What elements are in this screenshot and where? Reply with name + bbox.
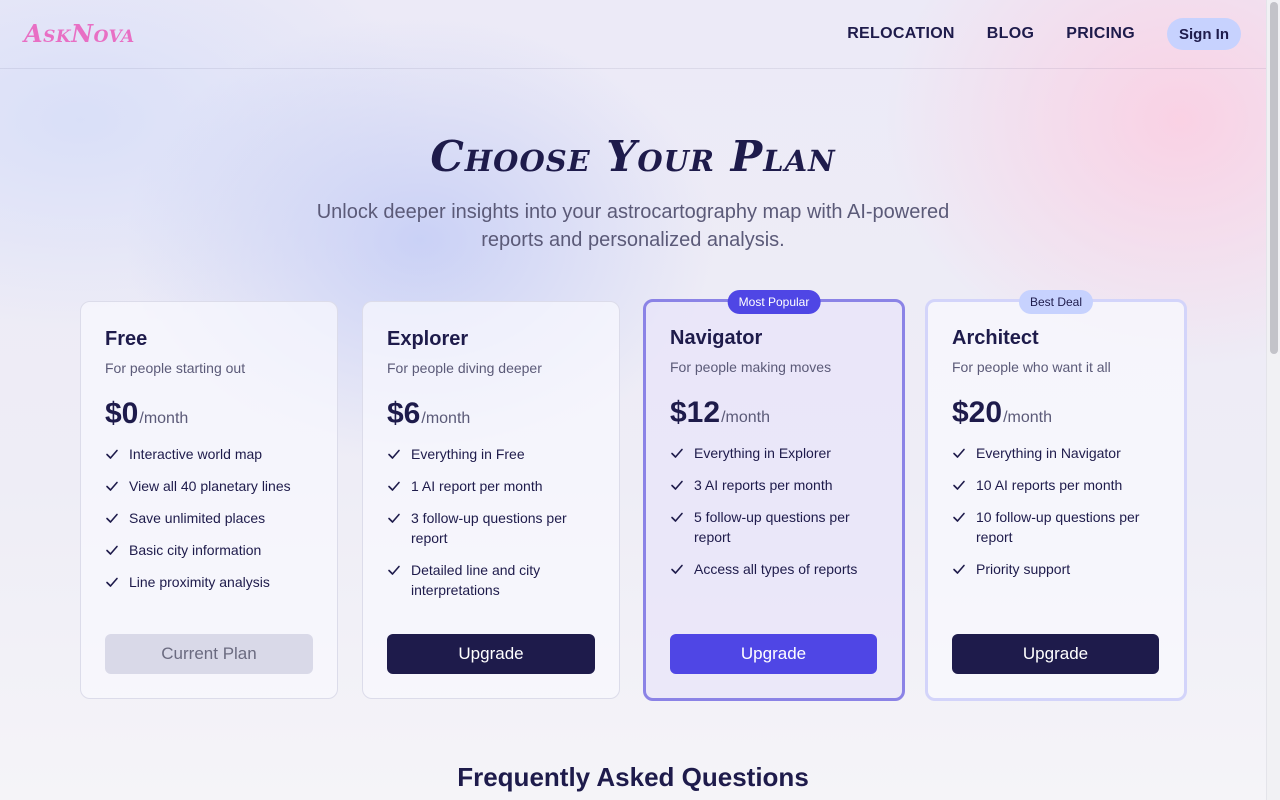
feature-text: 3 follow-up questions per report: [411, 510, 567, 546]
check-icon: [387, 508, 403, 528]
nav-pricing[interactable]: PRICING: [1066, 25, 1135, 43]
feature-list: Everything in Navigator 10 AI reports pe…: [952, 443, 1161, 579]
top-header: AskNova RELOCATION BLOG PRICING Sign In: [0, 0, 1266, 69]
check-icon: [952, 559, 968, 579]
check-icon: [670, 507, 686, 527]
check-icon: [670, 443, 686, 463]
feature-item: Save unlimited places: [105, 508, 313, 528]
feature-text: Save unlimited places: [129, 510, 266, 526]
feature-item: 1 AI report per month: [387, 476, 595, 496]
check-icon: [952, 507, 968, 527]
check-icon: [387, 560, 403, 580]
feature-text: Line proximity analysis: [129, 574, 270, 590]
plan-price: $0: [105, 397, 139, 430]
page-title: Choose Your Plan: [430, 132, 836, 181]
page-scrollbar[interactable]: [1266, 0, 1280, 800]
feature-item: View all 40 planetary lines: [105, 476, 313, 496]
feature-text: 5 follow-up questions per report: [694, 509, 850, 545]
feature-text: Priority support: [976, 561, 1071, 577]
check-icon: [387, 444, 403, 464]
check-icon: [105, 508, 121, 528]
plan-period: /month: [139, 410, 189, 427]
current-plan-button[interactable]: Current Plan: [105, 634, 313, 674]
feature-item: Access all types of reports: [670, 559, 879, 579]
feature-text: Everything in Free: [411, 446, 525, 462]
feature-item: Line proximity analysis: [105, 572, 313, 592]
check-icon: [387, 476, 403, 496]
feature-item: Interactive world map: [105, 444, 313, 464]
sign-in-button[interactable]: Sign In: [1167, 18, 1241, 50]
best-deal-badge: Best Deal: [1018, 290, 1094, 314]
feature-text: 1 AI report per month: [411, 478, 543, 494]
feature-text: View all 40 planetary lines: [129, 478, 291, 494]
plan-name: Navigator: [670, 327, 763, 349]
page-subtitle: Unlock deeper insights into your astroca…: [316, 201, 950, 251]
upgrade-button[interactable]: Upgrade: [952, 634, 1159, 674]
plan-name: Architect: [952, 327, 1039, 349]
feature-text: Interactive world map: [129, 446, 263, 462]
most-popular-badge: Most Popular: [727, 290, 821, 314]
check-icon: [105, 540, 121, 560]
feature-item: 10 follow-up questions per report: [952, 507, 1161, 547]
feature-text: 10 follow-up questions per report: [976, 509, 1140, 545]
plan-price: $6: [387, 397, 421, 430]
check-icon: [670, 559, 686, 579]
plan-card-architect: Best Deal Architect For people who want …: [925, 290, 1187, 701]
main-nav: RELOCATION BLOG PRICING Sign In: [847, 18, 1241, 50]
upgrade-button[interactable]: Upgrade: [670, 634, 877, 674]
feature-text: Access all types of reports: [694, 561, 858, 577]
price-row: $12 /month: [670, 396, 879, 436]
plan-price: $12: [670, 396, 721, 429]
feature-item: Everything in Navigator: [952, 443, 1161, 463]
price-row: $0 /month: [105, 397, 313, 437]
upgrade-button[interactable]: Upgrade: [387, 634, 595, 674]
price-row: $6 /month: [387, 397, 595, 437]
feature-item: Everything in Free: [387, 444, 595, 464]
feature-list: Everything in Explorer 3 AI reports per …: [670, 443, 879, 579]
scrollbar-thumb[interactable]: [1270, 2, 1278, 354]
price-row: $20 /month: [952, 396, 1161, 436]
plan-description: For people diving deeper: [387, 360, 542, 376]
feature-item: Priority support: [952, 559, 1161, 579]
plan-card-navigator: Most Popular Navigator For people making…: [643, 290, 905, 701]
feature-list: Everything in Free 1 AI report per month…: [387, 444, 595, 600]
plan-period: /month: [1003, 409, 1052, 426]
plan-description: For people making moves: [670, 359, 832, 375]
feature-text: 10 AI reports per month: [976, 477, 1123, 493]
feature-item: Detailed line and city interpretations: [387, 560, 595, 600]
plan-period: /month: [421, 410, 471, 427]
feature-item: 3 AI reports per month: [670, 475, 879, 495]
feature-text: Everything in Explorer: [694, 445, 831, 461]
nav-relocation[interactable]: RELOCATION: [847, 25, 955, 43]
plan-card-free: Free For people starting out $0 /month I…: [80, 301, 338, 699]
asknova-logo[interactable]: AskNova: [24, 19, 135, 48]
plan-price: $20: [952, 396, 1003, 429]
check-icon: [952, 475, 968, 495]
check-icon: [105, 444, 121, 464]
check-icon: [670, 475, 686, 495]
feature-list: Interactive world map View all 40 planet…: [105, 444, 313, 592]
feature-item: 10 AI reports per month: [952, 475, 1161, 495]
plan-period: /month: [721, 409, 770, 426]
feature-item: Everything in Explorer: [670, 443, 879, 463]
nav-blog[interactable]: BLOG: [987, 25, 1034, 43]
check-icon: [952, 443, 968, 463]
feature-text: 3 AI reports per month: [694, 477, 833, 493]
plan-card-explorer: Explorer For people diving deeper $6 /mo…: [362, 301, 620, 699]
feature-item: 5 follow-up questions per report: [670, 507, 879, 547]
check-icon: [105, 476, 121, 496]
feature-text: Everything in Navigator: [976, 445, 1121, 461]
plan-name: Free: [105, 328, 148, 350]
feature-text: Detailed line and city interpretations: [411, 562, 541, 598]
pricing-page: AskNova RELOCATION BLOG PRICING Sign In …: [0, 0, 1266, 800]
plan-description: For people who want it all: [952, 359, 1111, 375]
feature-item: 3 follow-up questions per report: [387, 508, 595, 548]
check-icon: [105, 572, 121, 592]
faq-heading: Frequently Asked Questions: [457, 762, 809, 792]
plan-name: Explorer: [387, 328, 469, 350]
feature-item: Basic city information: [105, 540, 313, 560]
feature-text: Basic city information: [129, 542, 262, 558]
plan-description: For people starting out: [105, 360, 246, 376]
